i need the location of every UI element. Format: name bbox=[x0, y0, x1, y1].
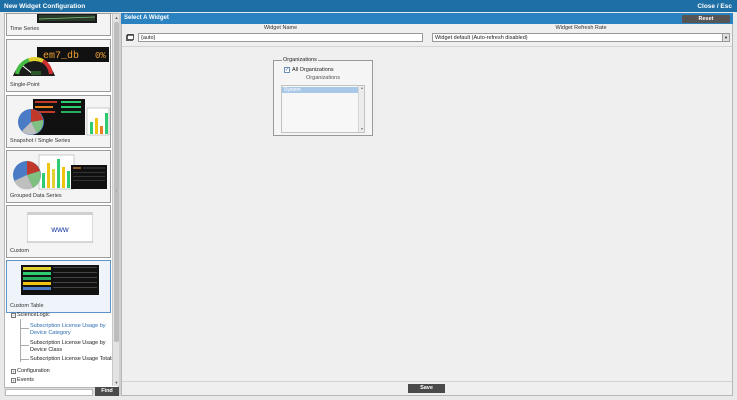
widget-type-label: Time Series bbox=[10, 26, 40, 32]
find-input[interactable] bbox=[5, 389, 93, 396]
refresh-rate-select[interactable]: Widget default (Auto-refresh disabled) ▼ bbox=[432, 33, 730, 42]
dropdown-arrow-icon[interactable]: ▼ bbox=[722, 34, 729, 41]
all-organizations-label[interactable]: All Organizations bbox=[292, 67, 334, 73]
widget-type-label: Custom bbox=[10, 248, 29, 254]
widget-type-label: Custom Table bbox=[10, 303, 44, 309]
organizations-fieldset: Organizations ✓ All Organizations Organi… bbox=[273, 57, 373, 136]
custom-thumbnail-text: www bbox=[50, 225, 69, 234]
scroll-down-icon[interactable]: ▼ bbox=[359, 127, 365, 132]
divider-grip-icon[interactable]: ⁝ bbox=[116, 188, 117, 193]
custom-thumbnail: www bbox=[27, 212, 93, 243]
all-organizations-checkbox[interactable]: ✓ bbox=[284, 67, 290, 73]
refresh-rate-header: Widget Refresh Rate bbox=[555, 25, 607, 31]
window-title: New Widget Configuration bbox=[4, 2, 86, 10]
widget-type-label: Grouped Data Series bbox=[10, 193, 62, 199]
expand-icon[interactable]: + bbox=[11, 368, 16, 374]
refresh-rate-value: Widget default (Auto-refresh disabled) bbox=[435, 35, 528, 41]
organizations-list-header: Organizations bbox=[306, 75, 340, 81]
tree-leaf-license-by-category[interactable]: Subscription License Usage by Device Cat… bbox=[30, 323, 114, 337]
list-item[interactable]: System bbox=[282, 87, 358, 93]
custom-table-thumbnail bbox=[21, 265, 99, 295]
widget-type-card-custom[interactable]: www Custom bbox=[6, 205, 111, 258]
widget-type-card-snapshot[interactable]: Snapshot / Single Series bbox=[6, 95, 111, 148]
widget-type-card-grouped[interactable]: Grouped Data Series bbox=[6, 150, 111, 203]
single-point-thumbnail: em7_db 0% bbox=[13, 47, 109, 76]
time-series-thumbnail bbox=[37, 14, 97, 23]
window-titlebar: New Widget Configuration Close / Esc bbox=[0, 0, 737, 12]
organizations-legend: Organizations bbox=[282, 57, 318, 63]
separator bbox=[122, 381, 732, 382]
close-button[interactable]: Close / Esc bbox=[697, 3, 732, 10]
widget-type-card-custom-table[interactable]: Custom Table bbox=[6, 260, 111, 313]
reset-button[interactable]: Reset bbox=[682, 15, 730, 23]
tree-node-sciencelogic[interactable]: − ScienceLogic bbox=[11, 312, 50, 318]
select-widget-header: Select A Widget bbox=[121, 13, 733, 24]
grouped-series-thumbnail bbox=[13, 154, 107, 190]
collapse-icon[interactable]: − bbox=[11, 312, 16, 318]
tree-node-label: Events bbox=[17, 377, 34, 383]
tree-node-label: ScienceLogic bbox=[17, 312, 50, 318]
snapshot-thumbnail bbox=[18, 99, 110, 136]
tree-leaf-license-totals[interactable]: Subscription License Usage Totals bbox=[30, 356, 114, 363]
widget-list-scrollbar[interactable]: ▲ ▼ bbox=[112, 14, 119, 386]
widget-type-label: Single-Point bbox=[10, 82, 40, 88]
tree-node-configuration[interactable]: + Configuration bbox=[11, 368, 50, 374]
single-point-display-text: em7_db bbox=[43, 50, 79, 62]
widget-name-input[interactable]: {auto} bbox=[138, 33, 423, 42]
widget-window-icon bbox=[126, 34, 134, 41]
tree-node-events[interactable]: + Events bbox=[11, 377, 34, 383]
widget-type-card-single-point[interactable]: em7_db 0% Single-Point bbox=[6, 39, 111, 92]
organizations-list-scrollbar[interactable]: ▲ ▼ bbox=[358, 86, 364, 132]
tree-node-label: Configuration bbox=[17, 368, 50, 374]
scroll-up-icon[interactable]: ▲ bbox=[359, 86, 365, 91]
single-point-display-value: 0% bbox=[95, 51, 106, 61]
tree-leaf-license-by-class[interactable]: Subscription License Usage by Device Cla… bbox=[30, 340, 114, 354]
organizations-list[interactable]: System ▲ ▼ bbox=[281, 85, 365, 133]
widget-type-card-time-series[interactable]: Time Series bbox=[6, 13, 111, 36]
expand-icon[interactable]: + bbox=[11, 377, 16, 383]
widget-type-label: Snapshot / Single Series bbox=[10, 138, 71, 144]
find-button[interactable]: Find bbox=[95, 387, 119, 396]
separator bbox=[122, 46, 732, 47]
widget-name-header: Widget Name bbox=[263, 25, 298, 31]
save-button[interactable]: Save bbox=[408, 384, 445, 393]
widget-config-panel bbox=[121, 13, 733, 396]
